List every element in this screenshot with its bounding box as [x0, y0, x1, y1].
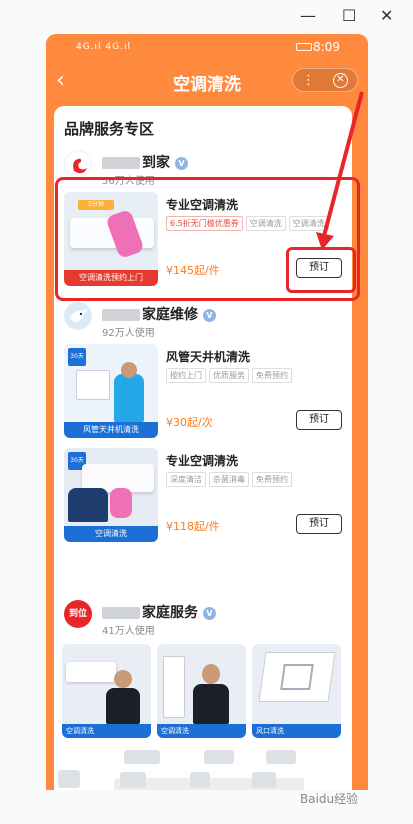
- highlight-arrow: [316, 91, 364, 250]
- screenshot-frame: — ☐ ✕ 4G.ıl 4G.ıl 8:09 ‹ 空调清洗 ⋮ ✕ 品牌服务专区…: [0, 0, 413, 824]
